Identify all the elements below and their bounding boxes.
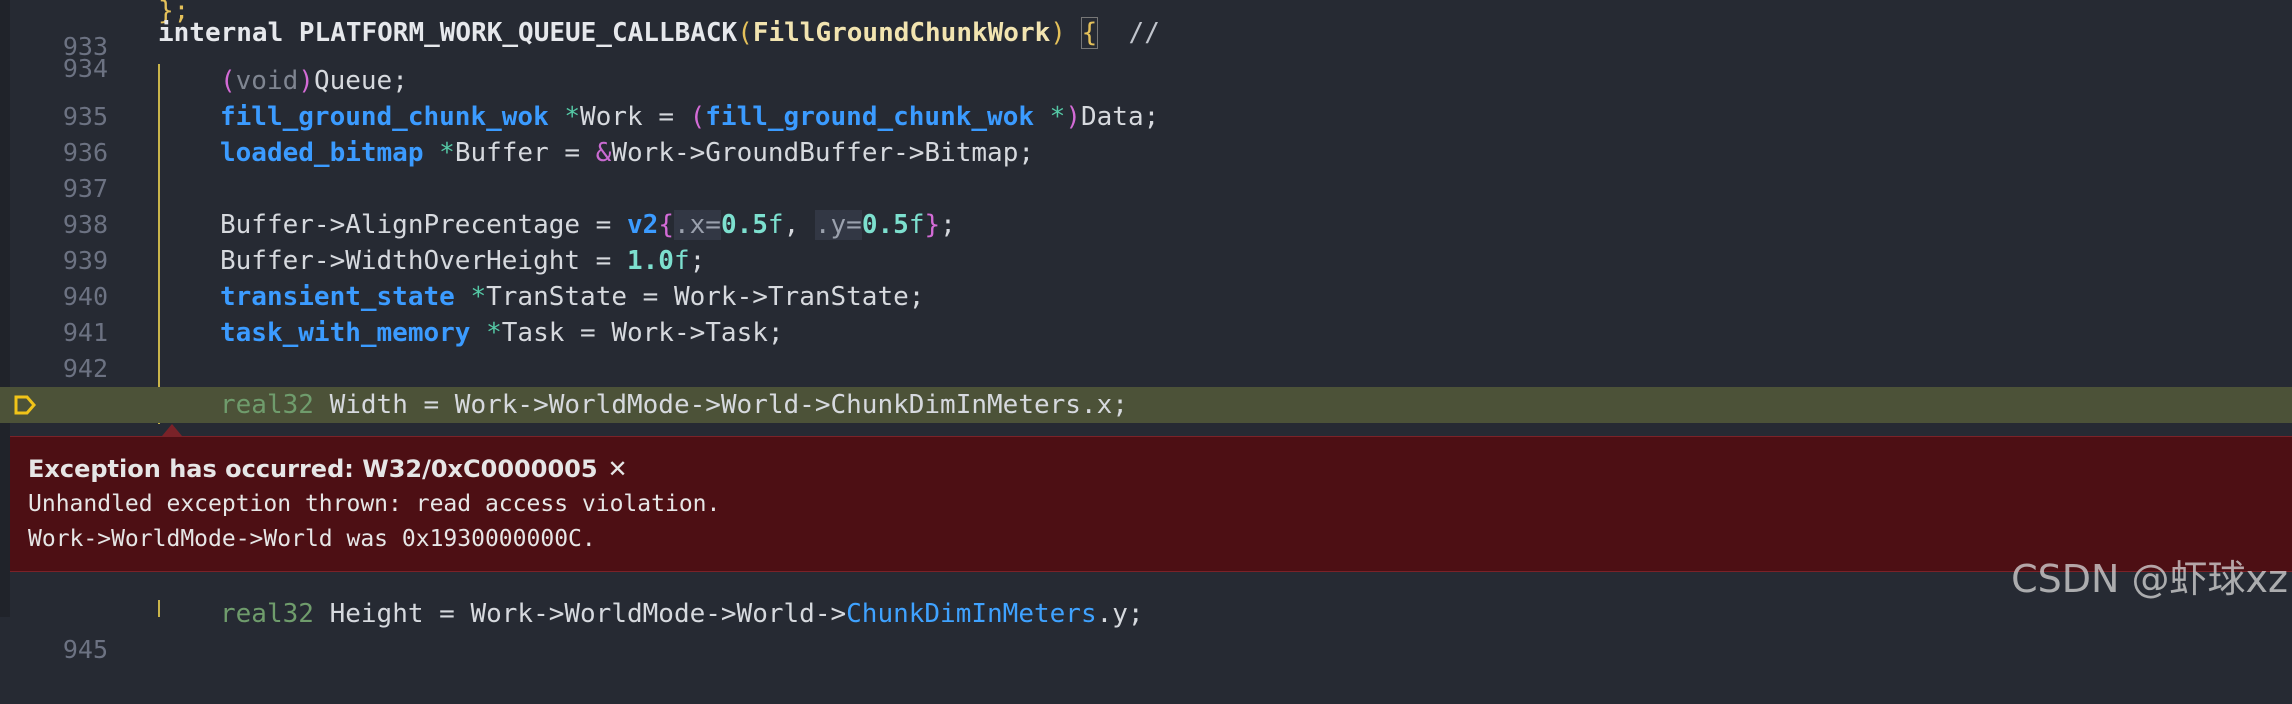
code-line[interactable]: 942 task_with_memory *Task = Work->Task; — [0, 315, 2292, 383]
function-name: FillGroundChunkWork — [752, 18, 1051, 48]
code-token: Data; — [1080, 102, 1160, 132]
breakpoint-arrow-icon[interactable] — [14, 395, 36, 415]
code-token: Buffer->AlignPrecentage = — [220, 210, 627, 240]
type-name: transient_state — [220, 282, 455, 312]
code-token: internal — [158, 18, 299, 48]
code-text: Buffer->WidthOverHeight = 1.0f; — [220, 243, 705, 279]
code-token: ChunkDimInMeters — [846, 599, 1097, 629]
exception-message: Unhandled exception thrown: read access … — [28, 491, 721, 517]
type-name: real32 — [220, 390, 314, 420]
code-text: fill_ground_chunk_wok *Work = (fill_grou… — [220, 99, 1159, 135]
code-token: f — [767, 210, 784, 240]
code-line[interactable]: 938 — [0, 171, 2292, 239]
number-literal: 1.0 — [627, 246, 674, 276]
code-token: * — [548, 102, 581, 132]
code-token: void — [235, 66, 299, 96]
code-token: Work->GroundBuffer->Bitmap; — [611, 138, 1034, 168]
inlay-hint: .y= — [814, 210, 862, 240]
code-token: ) — [298, 66, 314, 96]
code-token: ) — [1050, 18, 1082, 48]
code-token: * — [470, 318, 502, 348]
number-literal: 0.5 — [861, 210, 909, 240]
code-token: PLATFORM_WORK_QUEUE_CALLBACK — [298, 18, 738, 48]
code-token: , — [783, 210, 815, 240]
watermark: CSDN @虾球xz — [2011, 557, 2288, 601]
line-number: 945 — [62, 635, 108, 664]
code-token: Work = — [580, 102, 690, 132]
code-text: task_with_memory *Task = Work->Task; — [220, 315, 784, 351]
code-text: real32 Width = Work->WorldMode->World->C… — [220, 387, 1128, 423]
exception-title-row: Exception has occurred: W32/0xC0000005 ✕ — [28, 455, 628, 483]
code-token: ( — [220, 66, 236, 96]
code-token: f — [673, 246, 690, 276]
code-token: ) — [1065, 102, 1081, 132]
code-token: * — [454, 282, 487, 312]
current-execution-line[interactable]: 944 real32 Width = Work->WorldMode->Worl… — [0, 387, 2292, 491]
code-token: TranState = Work->TranState; — [486, 282, 925, 312]
code-token: } — [924, 210, 941, 240]
code-text: transient_state *TranState = Work->TranS… — [220, 279, 924, 315]
code-text: Buffer->AlignPrecentage = v2{.x=0.5f, .y… — [220, 207, 956, 243]
exception-detail: Work->WorldMode->World was 0x1930000000C… — [28, 526, 596, 552]
code-token: * — [1034, 102, 1066, 132]
code-line[interactable]: 941 transient_state *TranState = Work->T… — [0, 279, 2292, 347]
close-icon[interactable]: ✕ — [608, 455, 628, 483]
code-text: internal PLATFORM_WORK_QUEUE_CALLBACK(Fi… — [158, 15, 1160, 51]
code-token: ; — [689, 246, 706, 276]
code-text: real32 Height = Work->WorldMode->World->… — [220, 596, 1144, 632]
code-token: Height = Work->WorldMode->World-> — [313, 599, 847, 629]
exception-widget: Exception has occurred: W32/0xC0000005 ✕ … — [10, 436, 2292, 572]
code-line[interactable]: 936 fill_ground_chunk_wok *Work = (fill_… — [0, 99, 2292, 167]
inlay-hint: .x= — [673, 210, 721, 240]
code-token: Buffer = — [454, 138, 596, 168]
type-name: real32 — [220, 599, 314, 629]
type-name: task_with_memory — [220, 318, 471, 348]
number-literal: 0.5 — [720, 210, 768, 240]
type-name: fill_ground_chunk_wok — [220, 102, 549, 132]
code-token: ( — [737, 18, 753, 48]
code-line[interactable]: 939 Buffer->AlignPrecentage = v2{.x=0.5f… — [0, 207, 2292, 275]
code-token: & — [595, 138, 612, 168]
type-name: loaded_bitmap — [220, 138, 424, 168]
code-token: .y; — [1096, 599, 1144, 629]
code-line[interactable]: 943 — [0, 351, 2292, 419]
code-token: Task = Work->Task; — [501, 318, 784, 348]
code-line[interactable]: 940 Buffer->WidthOverHeight = 1.0f; — [0, 243, 2292, 311]
code-text: (void)Queue; — [220, 63, 408, 99]
code-line[interactable]: 935 (void)Queue; — [0, 63, 2292, 131]
matched-brace: { — [1080, 17, 1099, 49]
type-name: v2 — [627, 210, 659, 240]
code-token: f — [908, 210, 925, 240]
code-token: Queue; — [313, 66, 408, 96]
code-token: ( — [689, 102, 706, 132]
code-token: ; — [940, 210, 956, 240]
code-token: * — [423, 138, 455, 168]
exception-title: Exception has occurred: W32/0xC0000005 — [28, 455, 598, 483]
comment: // — [1097, 18, 1160, 48]
exception-pointer — [162, 424, 182, 436]
code-token: { — [658, 210, 674, 240]
code-line[interactable]: 934 internal PLATFORM_WORK_QUEUE_CALLBAC… — [0, 15, 2292, 83]
code-line[interactable]: 937 loaded_bitmap *Buffer = &Work->Groun… — [0, 135, 2292, 203]
code-line[interactable]: 945 real32 Height = Work->WorldMode->Wor… — [0, 596, 2292, 664]
code-token: Buffer->WidthOverHeight = — [220, 246, 627, 276]
code-token: Width = Work->WorldMode->World->ChunkDim… — [313, 390, 1128, 420]
type-name: fill_ground_chunk_wok — [705, 102, 1035, 132]
code-text: loaded_bitmap *Buffer = &Work->GroundBuf… — [220, 135, 1034, 171]
